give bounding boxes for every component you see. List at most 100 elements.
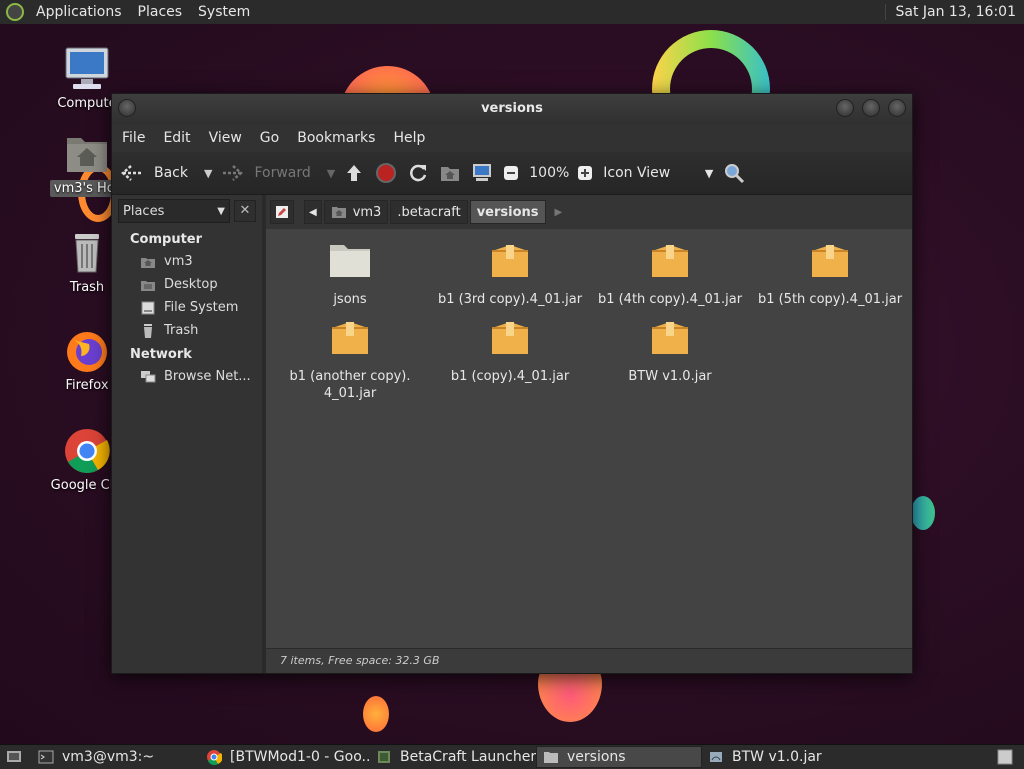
search-icon — [723, 162, 745, 184]
computer-icon — [471, 163, 493, 183]
sidebar-mode-select[interactable]: Places ▼ — [118, 199, 230, 223]
taskbar-item-btw-jar[interactable]: BTW v1.0.jar — [702, 746, 868, 768]
clock[interactable]: Sat Jan 13, 16:01 — [885, 4, 1024, 20]
breadcrumb-versions[interactable]: versions — [470, 200, 546, 224]
window-title: versions — [481, 101, 543, 116]
file-name: b1 (another copy).4_01.jar — [286, 368, 414, 402]
sidebar-item-trash[interactable]: Trash — [112, 319, 262, 342]
top-panel: Applications Places System Sat Jan 13, 1… — [0, 0, 1024, 25]
zoom-out-button[interactable] — [503, 165, 519, 181]
stop-button[interactable] — [375, 162, 397, 184]
jar-package-icon — [488, 241, 532, 285]
file-item[interactable]: b1 (3rd copy).4_01.jar — [430, 241, 590, 308]
file-item[interactable]: b1 (5th copy).4_01.jar — [750, 241, 910, 308]
jar-package-icon — [648, 318, 692, 362]
sidebar-item-browse-network[interactable]: Browse Net... — [112, 365, 262, 388]
computer-button[interactable] — [471, 163, 493, 183]
menu-go[interactable]: Go — [254, 130, 285, 146]
location-bar: ◀ vm3 .betacraft versions ▶ — [266, 195, 912, 229]
close-button[interactable] — [888, 99, 906, 117]
taskbar-item-label: versions — [567, 749, 626, 765]
sidebar-item-label: Browse Net... — [164, 369, 251, 384]
chrome-icon — [63, 428, 111, 474]
computer-icon — [63, 46, 111, 92]
workspace-switcher[interactable] — [988, 746, 1024, 768]
up-arrow-icon — [343, 162, 365, 184]
zoom-in-icon — [577, 165, 593, 181]
applications-menu[interactable]: Applications — [28, 4, 130, 20]
trash-icon — [63, 230, 111, 276]
show-desktop-button[interactable] — [0, 746, 32, 768]
trash-icon — [140, 323, 156, 339]
reload-button[interactable] — [407, 162, 429, 184]
sidebar-item-vm3[interactable]: vm3 — [112, 250, 262, 273]
maximize-button[interactable] — [862, 99, 880, 117]
taskbar-item-chrome[interactable]: [BTWMod1-0 - Goo... — [200, 746, 370, 768]
back-label: Back — [154, 165, 188, 181]
home-folder-icon — [63, 130, 111, 176]
zoom-in-button[interactable] — [577, 165, 593, 181]
file-item[interactable]: BTW v1.0.jar — [590, 318, 750, 385]
system-menu[interactable]: System — [190, 4, 258, 20]
file-name: jsons — [270, 291, 430, 308]
window-titlebar[interactable]: versions — [112, 94, 912, 124]
back-button[interactable]: Back — [120, 163, 188, 183]
taskbar-item-label: BTW v1.0.jar — [732, 749, 822, 765]
up-button[interactable] — [343, 162, 365, 184]
window-menu-button[interactable] — [118, 99, 136, 117]
breadcrumb-vm3[interactable]: vm3 — [324, 200, 389, 224]
sidebar-section-computer: Computer — [112, 227, 262, 250]
menu-edit[interactable]: Edit — [157, 130, 196, 146]
breadcrumb-label: versions — [477, 205, 539, 220]
breadcrumb-betacraft[interactable]: .betacraft — [390, 200, 467, 224]
file-item[interactable]: jsons — [270, 241, 430, 308]
mint-logo-icon[interactable] — [6, 3, 24, 21]
menu-view[interactable]: View — [203, 130, 248, 146]
back-arrow-icon — [120, 163, 144, 183]
breadcrumb-scroll-left[interactable]: ◀ — [304, 200, 322, 224]
sidebar-item-file-system[interactable]: File System — [112, 296, 262, 319]
view-mode-select[interactable]: Icon View ▼ — [603, 165, 713, 181]
menu-bookmarks[interactable]: Bookmarks — [291, 130, 381, 146]
chevron-down-icon: ▼ — [217, 206, 225, 217]
search-button[interactable] — [723, 162, 745, 184]
file-item[interactable]: b1 (4th copy).4_01.jar — [590, 241, 750, 308]
sidebar-close-button[interactable]: ✕ — [234, 200, 256, 222]
edit-location-icon — [275, 205, 289, 219]
toggle-location-button[interactable] — [270, 200, 294, 224]
file-item[interactable]: b1 (copy).4_01.jar — [430, 318, 590, 385]
home-icon — [331, 205, 347, 219]
taskbar-item-label: [BTWMod1-0 - Goo... — [230, 749, 370, 765]
sidebar-item-desktop[interactable]: Desktop — [112, 273, 262, 296]
taskbar-item-versions[interactable]: versions — [536, 746, 702, 768]
sidebar-item-label: Trash — [164, 323, 198, 338]
forward-arrow-icon — [220, 163, 244, 183]
file-name: b1 (3rd copy).4_01.jar — [430, 291, 590, 308]
sidebar-item-label: vm3 — [164, 254, 193, 269]
taskbar-item-label: BetaCraft Launcher ... — [400, 749, 536, 765]
home-button[interactable] — [439, 163, 461, 183]
breadcrumb-label: vm3 — [353, 205, 382, 220]
file-icon-view[interactable]: jsons b1 (3rd copy).4_01.jar b1 (4th cop… — [266, 229, 912, 649]
minimize-button[interactable] — [836, 99, 854, 117]
menu-file[interactable]: File — [116, 130, 151, 146]
back-history-dropdown[interactable]: ▼ — [204, 167, 212, 180]
drive-icon — [140, 300, 156, 316]
taskbar-item-betacraft[interactable]: BetaCraft Launcher ... — [370, 746, 536, 768]
jar-package-icon — [328, 318, 372, 362]
file-manager-window: versions File Edit View Go Bookmarks Hel… — [111, 93, 913, 674]
taskbar-item-terminal[interactable]: vm3@vm3:~ — [32, 746, 200, 768]
forward-history-dropdown[interactable]: ▼ — [327, 167, 335, 180]
wallpaper-shape — [363, 696, 389, 732]
terminal-icon — [38, 749, 54, 765]
breadcrumb-scroll-right[interactable]: ▶ — [548, 200, 570, 224]
places-menu[interactable]: Places — [130, 4, 191, 20]
sidebar-mode-label: Places — [123, 204, 164, 219]
menu-help[interactable]: Help — [387, 130, 431, 146]
java-icon — [708, 749, 724, 765]
file-item[interactable]: b1 (another copy).4_01.jar — [270, 318, 430, 402]
forward-button[interactable]: Forward — [220, 163, 310, 183]
sidebar-section-network: Network — [112, 342, 262, 365]
workspace-icon — [997, 749, 1013, 765]
toolbar: Back ▼ Forward ▼ 100% Icon Vie — [112, 152, 912, 195]
